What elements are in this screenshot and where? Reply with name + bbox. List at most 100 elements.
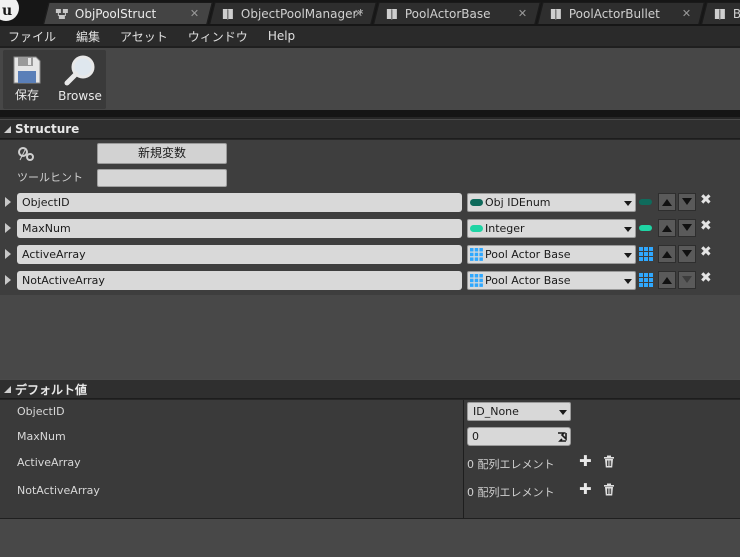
expand-triangle-icon[interactable] (5, 275, 11, 285)
defaults-panel-header[interactable]: デフォルト値 (0, 379, 740, 399)
maxnum-default-input[interactable]: 0 (467, 427, 571, 446)
tab-poolactorbase[interactable]: PoolActorBase ✕ (373, 2, 541, 24)
variable-name-input[interactable]: NotActiveArray (17, 271, 462, 290)
defaults-title: デフォルト値 (15, 382, 88, 397)
collapse-triangle-icon[interactable] (4, 125, 11, 133)
default-row: NotActiveArray 0 配列エレメント ✚ (0, 479, 740, 503)
chevron-down-icon (624, 253, 632, 258)
blueprint-icon (550, 8, 561, 20)
tooltip-label: ツールヒント (17, 171, 83, 184)
remove-variable-icon[interactable]: ✖ (700, 192, 712, 208)
remove-variable-icon[interactable]: ✖ (700, 270, 712, 286)
chevron-down-icon (624, 227, 632, 232)
container-single-icon[interactable] (638, 194, 654, 210)
variable-row: NotActiveArray Pool Actor Base ✖ (0, 269, 740, 291)
menu-bar: ファイル 編集 アセット ウィンドウ Help (0, 26, 740, 46)
browse-label: Browse (58, 89, 102, 103)
tab-truncated[interactable]: B (701, 2, 740, 24)
default-label: NotActiveArray (17, 484, 100, 497)
remove-variable-icon[interactable]: ✖ (700, 218, 712, 234)
remove-variable-icon[interactable]: ✖ (700, 244, 712, 260)
default-row: MaxNum 0 (0, 425, 740, 449)
variable-type-dropdown[interactable]: Pool Actor Base (467, 271, 636, 290)
move-up-button[interactable] (658, 245, 676, 263)
dropdown-value: ID_None (473, 405, 519, 418)
collapse-triangle-icon[interactable] (4, 385, 11, 393)
add-element-icon[interactable]: ✚ (579, 480, 592, 498)
default-row: ObjectID ID_None (0, 400, 740, 424)
menu-help[interactable]: Help (268, 29, 295, 43)
tab-label: B (732, 6, 740, 21)
move-up-button[interactable] (658, 219, 676, 237)
array-grid-icon (470, 248, 483, 261)
tab-poolactorbullet[interactable]: PoolActorBullet ✕ (537, 2, 705, 24)
blueprint-icon (386, 8, 397, 20)
close-tab-icon[interactable]: ✕ (518, 7, 527, 20)
move-down-button[interactable] (678, 271, 696, 289)
menu-edit[interactable]: 編集 (76, 28, 100, 45)
close-tab-icon[interactable]: ✕ (682, 7, 691, 20)
expand-triangle-icon[interactable] (5, 197, 11, 207)
menu-asset[interactable]: アセット (120, 28, 168, 45)
structure-panel-header[interactable]: Structure (0, 119, 740, 139)
variable-type-dropdown[interactable]: Obj IDEnum (467, 193, 636, 212)
empty-panel-area (0, 518, 740, 557)
variable-type-label: Obj IDEnum (485, 196, 551, 209)
trash-icon[interactable] (603, 483, 615, 496)
svg-text:u: u (2, 3, 12, 19)
container-array-icon[interactable] (638, 246, 654, 262)
expand-triangle-icon[interactable] (5, 223, 11, 233)
tab-objectpoolmanager[interactable]: ObjectPoolManager* ✕ (209, 2, 377, 24)
default-row: ActiveArray 0 配列エレメント ✚ (0, 451, 740, 475)
tab-label: PoolActorBullet (568, 6, 660, 21)
variable-name-input[interactable]: MaxNum (17, 219, 462, 238)
expand-triangle-icon[interactable] (5, 249, 11, 259)
close-tab-icon[interactable]: ✕ (190, 7, 199, 20)
save-button[interactable]: 保存 (3, 50, 51, 108)
tab-objpoolstruct[interactable]: ObjPoolStruct ✕ (43, 2, 213, 24)
move-down-button[interactable] (678, 245, 696, 263)
array-grid-icon (470, 274, 483, 287)
add-element-icon[interactable]: ✚ (579, 452, 592, 470)
toolbar: 保存 Browse (0, 46, 740, 110)
chevron-down-icon (559, 410, 567, 415)
structure-title: Structure (15, 122, 80, 136)
move-down-button[interactable] (678, 193, 696, 211)
struct-settings-icon (18, 147, 34, 161)
defaults-panel: ObjectID ID_None MaxNum 0 ActiveArray 0 … (0, 400, 740, 518)
structure-panel: 新規変数 ツールヒント ObjectID Obj IDEnum ✖ MaxNum… (0, 140, 740, 295)
menu-file[interactable]: ファイル (8, 28, 56, 45)
integer-pill-icon (470, 225, 483, 232)
browse-button[interactable]: Browse (56, 50, 104, 108)
save-icon (13, 56, 41, 84)
tab-label: PoolActorBase (404, 6, 491, 21)
container-single-icon[interactable] (638, 220, 654, 236)
variable-type-dropdown[interactable]: Integer (467, 219, 636, 238)
close-tab-icon[interactable]: ✕ (354, 7, 363, 20)
variable-type-dropdown[interactable]: Pool Actor Base (467, 245, 636, 264)
move-up-button[interactable] (658, 193, 676, 211)
trash-icon[interactable] (603, 455, 615, 468)
toolbar-group: 保存 Browse (3, 50, 106, 109)
save-label: 保存 (14, 88, 39, 102)
new-variable-button[interactable]: 新規変数 (97, 143, 227, 164)
move-down-button[interactable] (678, 219, 696, 237)
blueprint-icon (714, 8, 725, 20)
tooltip-input[interactable] (97, 169, 227, 187)
array-element-count: 0 配列エレメント (467, 458, 555, 471)
variable-row: ObjectID Obj IDEnum ✖ (0, 191, 740, 213)
variable-type-label: Pool Actor Base (485, 274, 571, 287)
default-label: MaxNum (17, 430, 66, 443)
default-label: ObjectID (17, 405, 65, 418)
variable-name-input[interactable]: ActiveArray (17, 245, 462, 264)
struct-icon (55, 8, 68, 19)
container-array-icon[interactable] (638, 272, 654, 288)
variable-type-label: Pool Actor Base (485, 248, 571, 261)
menu-window[interactable]: ウィンドウ (188, 28, 248, 45)
drag-resize-icon[interactable] (557, 432, 567, 442)
variable-name-input[interactable]: ObjectID (17, 193, 462, 212)
array-element-count: 0 配列エレメント (467, 486, 555, 499)
move-up-button[interactable] (658, 271, 676, 289)
objectid-default-dropdown[interactable]: ID_None (467, 402, 571, 421)
magnifier-icon (64, 55, 95, 86)
